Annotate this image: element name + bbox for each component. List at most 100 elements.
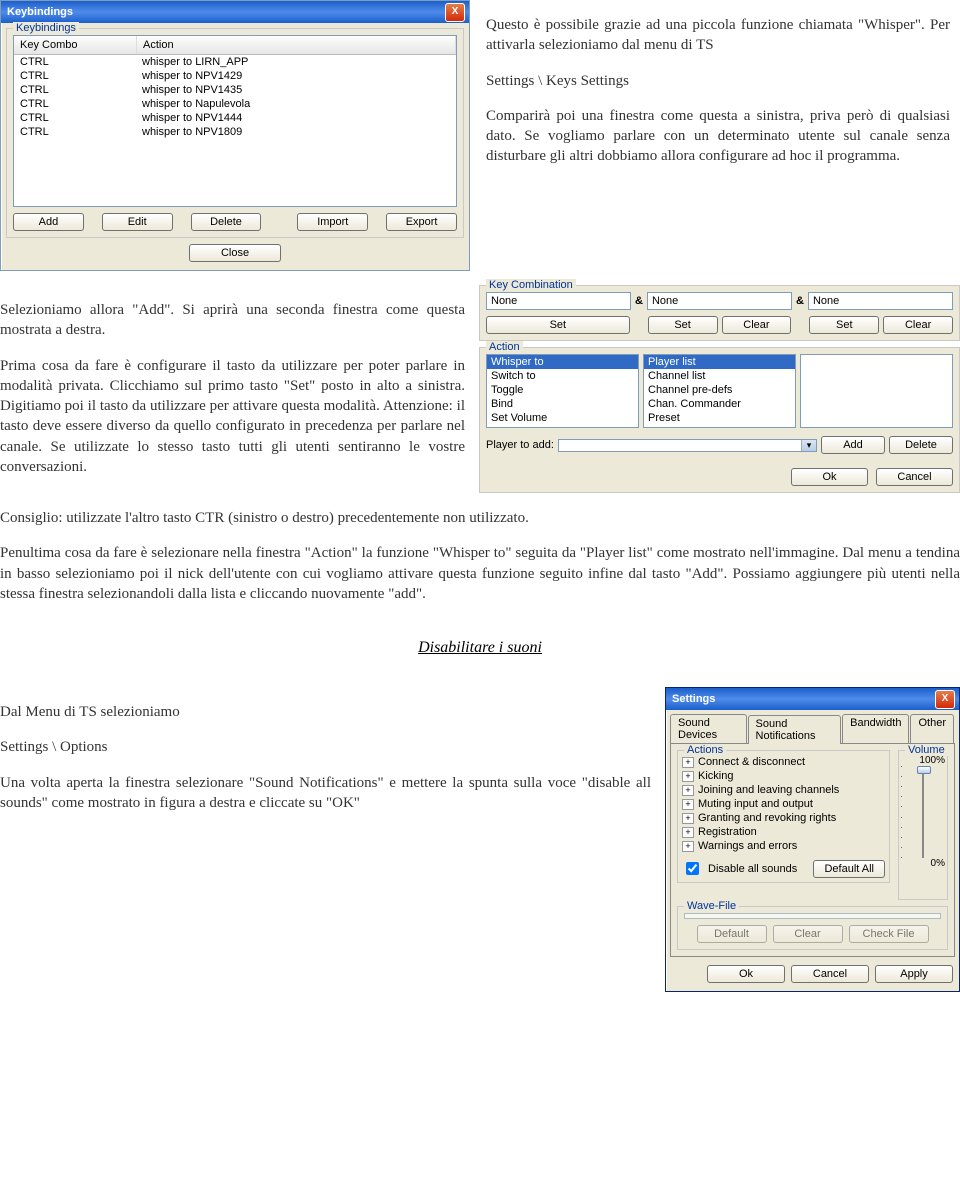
- delete-button[interactable]: Delete: [889, 436, 953, 454]
- list-item[interactable]: Set Volume: [487, 411, 638, 425]
- chevron-down-icon[interactable]: ▾: [801, 440, 816, 451]
- clear-button[interactable]: Clear: [883, 316, 953, 334]
- tab-other[interactable]: Other: [910, 714, 954, 743]
- close-icon[interactable]: X: [445, 3, 465, 22]
- check-file-button: Check File: [849, 925, 929, 943]
- tree-item: Registration: [698, 826, 757, 838]
- tab-sound-notifications[interactable]: Sound Notifications: [748, 715, 842, 744]
- col-action: Action: [137, 36, 456, 54]
- groupbox-title: Volume: [905, 744, 948, 756]
- groupbox-title: Key Combination: [486, 279, 576, 291]
- default-button: Default: [697, 925, 767, 943]
- plus-icon[interactable]: +: [682, 813, 694, 824]
- actions-tree[interactable]: + Connect & disconnect + Kicking + Joining …: [682, 755, 885, 853]
- player-dropdown[interactable]: ▾: [558, 439, 817, 452]
- s2-p3: Una volta aperta la finestra selezionare…: [0, 773, 651, 814]
- settings-window: Settings X Sound Devices Sound Notificat…: [665, 687, 960, 992]
- keybindings-window: Keybindings X Keybindings Key Combo Acti…: [0, 0, 470, 271]
- set-button[interactable]: Set: [486, 316, 630, 334]
- edit-button[interactable]: Edit: [102, 213, 173, 231]
- plus-icon[interactable]: +: [682, 799, 694, 810]
- key-combination-panel: Key Combination None & None & None Set S…: [479, 285, 960, 341]
- list-item[interactable]: Switch to: [487, 369, 638, 383]
- list-item[interactable]: Channel pre-defs: [644, 383, 795, 397]
- volume-min: 0%: [901, 858, 945, 869]
- tab-sound-devices[interactable]: Sound Devices: [670, 714, 747, 743]
- intro-p1: Questo è possibile grazie ad una piccola…: [486, 15, 950, 56]
- ok-button[interactable]: Ok: [791, 468, 868, 486]
- ampersand: &: [796, 295, 804, 307]
- section-title: Disabilitare i suoni: [0, 639, 960, 657]
- groupbox-title: Wave-File: [684, 900, 739, 912]
- key-combo-3[interactable]: None: [808, 292, 953, 310]
- plus-icon[interactable]: +: [682, 757, 694, 768]
- close-icon[interactable]: X: [935, 690, 955, 709]
- player-to-add-label: Player to add:: [486, 439, 554, 451]
- groupbox-title: Keybindings: [13, 22, 79, 34]
- wave-file-field: [684, 913, 941, 919]
- cancel-button[interactable]: Cancel: [876, 468, 953, 486]
- plus-icon[interactable]: +: [682, 771, 694, 782]
- tree-item: Warnings and errors: [698, 840, 797, 852]
- mid-p3: Consiglio: utilizzate l'altro tasto CTR …: [0, 508, 960, 528]
- s2-p2: Settings \ Options: [0, 737, 651, 757]
- ok-button[interactable]: Ok: [707, 965, 785, 983]
- action-listbox-2[interactable]: Player list Channel list Channel pre-def…: [643, 354, 796, 428]
- tree-item: Muting input and output: [698, 798, 813, 810]
- disable-all-sounds-label: Disable all sounds: [708, 863, 807, 875]
- tree-item: Kicking: [698, 770, 733, 782]
- import-button[interactable]: Import: [297, 213, 368, 231]
- list-item[interactable]: Bind: [487, 397, 638, 411]
- key-combo-2[interactable]: None: [647, 292, 792, 310]
- titlebar: Keybindings X: [1, 1, 469, 23]
- table-row[interactable]: CTRLwhisper to NPV1444: [14, 111, 456, 125]
- list-item[interactable]: Channel list: [644, 369, 795, 383]
- table-row[interactable]: CTRLwhisper to NPV1429: [14, 69, 456, 83]
- action-panel: Action Whisper to Switch to Toggle Bind …: [479, 347, 960, 493]
- tree-item: Granting and revoking rights: [698, 812, 836, 824]
- plus-icon[interactable]: +: [682, 827, 694, 838]
- col-key-combo: Key Combo: [14, 36, 137, 54]
- ampersand: &: [635, 295, 643, 307]
- table-row[interactable]: CTRLwhisper to Napulevola: [14, 97, 456, 111]
- list-item[interactable]: Chan. Commander: [644, 397, 795, 411]
- tree-item: Joining and leaving channels: [698, 784, 839, 796]
- list-item[interactable]: Preset: [644, 411, 795, 425]
- mid-p1: Selezioniamo allora "Add". Si aprirà una…: [0, 300, 465, 341]
- action-listbox-1[interactable]: Whisper to Switch to Toggle Bind Set Vol…: [486, 354, 639, 428]
- delete-button[interactable]: Delete: [191, 213, 262, 231]
- groupbox-title: Actions: [684, 744, 726, 756]
- apply-button[interactable]: Apply: [875, 965, 953, 983]
- target-listbox[interactable]: [800, 354, 953, 428]
- list-item[interactable]: Whisper to: [487, 355, 638, 369]
- close-button[interactable]: Close: [189, 244, 281, 262]
- disable-all-sounds-checkbox[interactable]: [686, 862, 699, 875]
- tab-bandwidth[interactable]: Bandwidth: [842, 714, 909, 743]
- default-all-button[interactable]: Default All: [813, 860, 885, 878]
- add-button[interactable]: Add: [821, 436, 885, 454]
- cancel-button[interactable]: Cancel: [791, 965, 869, 983]
- clear-button: Clear: [773, 925, 843, 943]
- list-item[interactable]: Player list: [644, 355, 795, 369]
- key-combo-1[interactable]: None: [486, 292, 631, 310]
- window-title: Settings: [670, 693, 935, 705]
- mid-p4: Penultima cosa da fare è selezionare nel…: [0, 543, 960, 604]
- table-row[interactable]: CTRLwhisper to NPV1435: [14, 83, 456, 97]
- plus-icon[interactable]: +: [682, 841, 694, 852]
- table-row[interactable]: CTRLwhisper to LIRN_APP: [14, 55, 456, 69]
- plus-icon[interactable]: +: [682, 785, 694, 796]
- volume-slider[interactable]: [922, 766, 924, 858]
- export-button[interactable]: Export: [386, 213, 457, 231]
- add-button[interactable]: Add: [13, 213, 84, 231]
- clear-button[interactable]: Clear: [722, 316, 792, 334]
- tree-item: Connect & disconnect: [698, 756, 805, 768]
- set-button[interactable]: Set: [648, 316, 718, 334]
- volume-max: 100%: [901, 755, 945, 766]
- list-item[interactable]: Toggle: [487, 383, 638, 397]
- set-button[interactable]: Set: [809, 316, 879, 334]
- table-row[interactable]: CTRLwhisper to NPV1809: [14, 125, 456, 139]
- s2-p1: Dal Menu di TS selezioniamo: [0, 702, 651, 722]
- mid-p2: Prima cosa da fare è configurare il tast…: [0, 356, 465, 478]
- keybindings-table: Key Combo Action CTRLwhisper to LIRN_APP…: [13, 35, 457, 207]
- groupbox-title: Action: [486, 341, 523, 353]
